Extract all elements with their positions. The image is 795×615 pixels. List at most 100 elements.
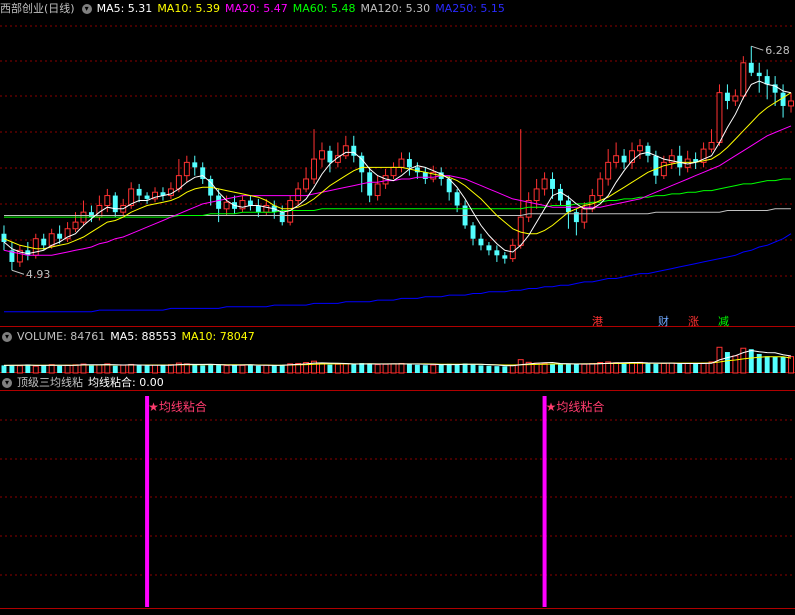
- candle-body: [732, 95, 739, 102]
- volume-bar: [72, 364, 79, 374]
- volume-bar: [247, 365, 253, 373]
- indicator-header: ▾ 顶级三均线粘 均线粘合: 0.00: [0, 374, 169, 392]
- candle-body: [48, 233, 55, 246]
- candle-body: [708, 141, 715, 150]
- candle-body: [41, 238, 47, 246]
- volume-bar: [128, 363, 135, 374]
- volume-bar: [144, 365, 150, 373]
- candle-body: [486, 245, 492, 251]
- ma10-label: MA10: 5.39: [157, 2, 221, 15]
- volume-bar: [48, 364, 55, 374]
- candle-body: [716, 92, 723, 143]
- candle-body: [597, 178, 604, 197]
- volume-bar: [25, 364, 31, 373]
- signal-label: ★均线粘合: [546, 399, 605, 414]
- candle-body: [279, 212, 285, 223]
- volume-bar: [660, 362, 667, 374]
- candle-body: [470, 225, 476, 239]
- volume-bar: [239, 364, 246, 374]
- volume-bar: [581, 363, 588, 374]
- candle-body: [303, 178, 310, 190]
- candle-body: [558, 188, 563, 201]
- chevron-down-icon[interactable]: ▾: [81, 4, 92, 14]
- chevron-down-icon[interactable]: ▾: [2, 332, 12, 342]
- candle-body: [748, 62, 754, 73]
- ma60-label: MA60: 5.48: [292, 2, 356, 15]
- volume-bar: [200, 365, 206, 373]
- volume-bar: [160, 365, 166, 373]
- ma10-line: [3, 92, 792, 250]
- candle-body: [478, 238, 484, 246]
- candle-body: [724, 92, 730, 101]
- volume-bar: [462, 363, 468, 373]
- candle-body: [88, 212, 94, 218]
- volume-bar: [64, 364, 71, 374]
- candle-body: [533, 188, 540, 202]
- candle-body: [136, 188, 142, 196]
- volume-bar: [613, 362, 620, 374]
- volume-header: ▾ VOLUME: 84761 MA5: 88553 MA10: 78047: [0, 328, 260, 346]
- candle-body: [374, 183, 381, 197]
- news-marker: 涨: [688, 315, 699, 328]
- candle-body: [57, 233, 63, 239]
- high-label: 6.28: [765, 44, 790, 57]
- volume-bar: [589, 362, 596, 374]
- kline-chart[interactable]: 6.284.93港财涨减★均线粘合★均线粘合★均线粘合: [0, 0, 795, 615]
- volume-bar: [1, 365, 7, 373]
- indicator-name: 顶级三均线粘: [17, 376, 83, 389]
- volume-bar: [454, 364, 460, 373]
- candle-body: [72, 221, 79, 230]
- volume-bar: [112, 365, 118, 373]
- volume-bar: [271, 365, 277, 373]
- volume-bar: [414, 364, 420, 373]
- volume-bar: [263, 364, 270, 374]
- candle-body: [740, 62, 747, 97]
- volume-bar: [700, 362, 707, 374]
- volume-bar: [668, 362, 675, 374]
- volume-bar: [406, 364, 412, 373]
- signal-label: ★均线粘合: [148, 399, 207, 414]
- candle-body: [112, 195, 118, 213]
- volume-bar: [208, 364, 214, 373]
- candle-body: [494, 250, 500, 256]
- candle-body: [788, 100, 794, 107]
- volume-bar: [232, 365, 237, 373]
- volume-bar: [764, 356, 770, 373]
- volume-bar: [120, 364, 127, 374]
- ma5-label: MA5: 5.31: [96, 2, 153, 15]
- volume-bar: [478, 365, 484, 373]
- candle-body: [247, 200, 253, 206]
- volume-bar: [216, 364, 222, 373]
- volume-bar: [327, 364, 333, 373]
- volume-bar: [9, 365, 15, 373]
- candle-body: [398, 158, 405, 168]
- candle-body: [223, 201, 230, 210]
- volume-bar: [430, 364, 437, 374]
- volume-bar: [558, 364, 563, 373]
- candle-body: [406, 159, 412, 168]
- candle-body: [581, 208, 588, 223]
- volume-bar: [279, 364, 285, 373]
- volume-bar: [390, 363, 397, 374]
- candle-body: [311, 158, 317, 180]
- volume-bar: [183, 363, 190, 374]
- volume-bar: [16, 365, 23, 374]
- candle-body: [255, 205, 261, 213]
- vol-ma5-label: MA5: 88553: [110, 330, 177, 343]
- candle-body: [660, 161, 667, 177]
- volume-bar: [359, 363, 365, 373]
- candle-body: [367, 172, 373, 196]
- candle-body: [502, 255, 508, 259]
- candle-body: [764, 76, 770, 85]
- candle-body: [342, 145, 349, 157]
- candle-body: [144, 195, 150, 199]
- volume-bar: [382, 363, 389, 374]
- candle-body: [390, 166, 397, 177]
- news-marker: 港: [592, 315, 603, 328]
- volume-bar: [192, 365, 198, 373]
- candle-body: [327, 150, 333, 163]
- candle-body: [637, 145, 643, 152]
- volume-bar: [509, 364, 516, 374]
- ma250-label: MA250: 5.15: [435, 2, 505, 15]
- chevron-down-icon[interactable]: ▾: [2, 378, 12, 388]
